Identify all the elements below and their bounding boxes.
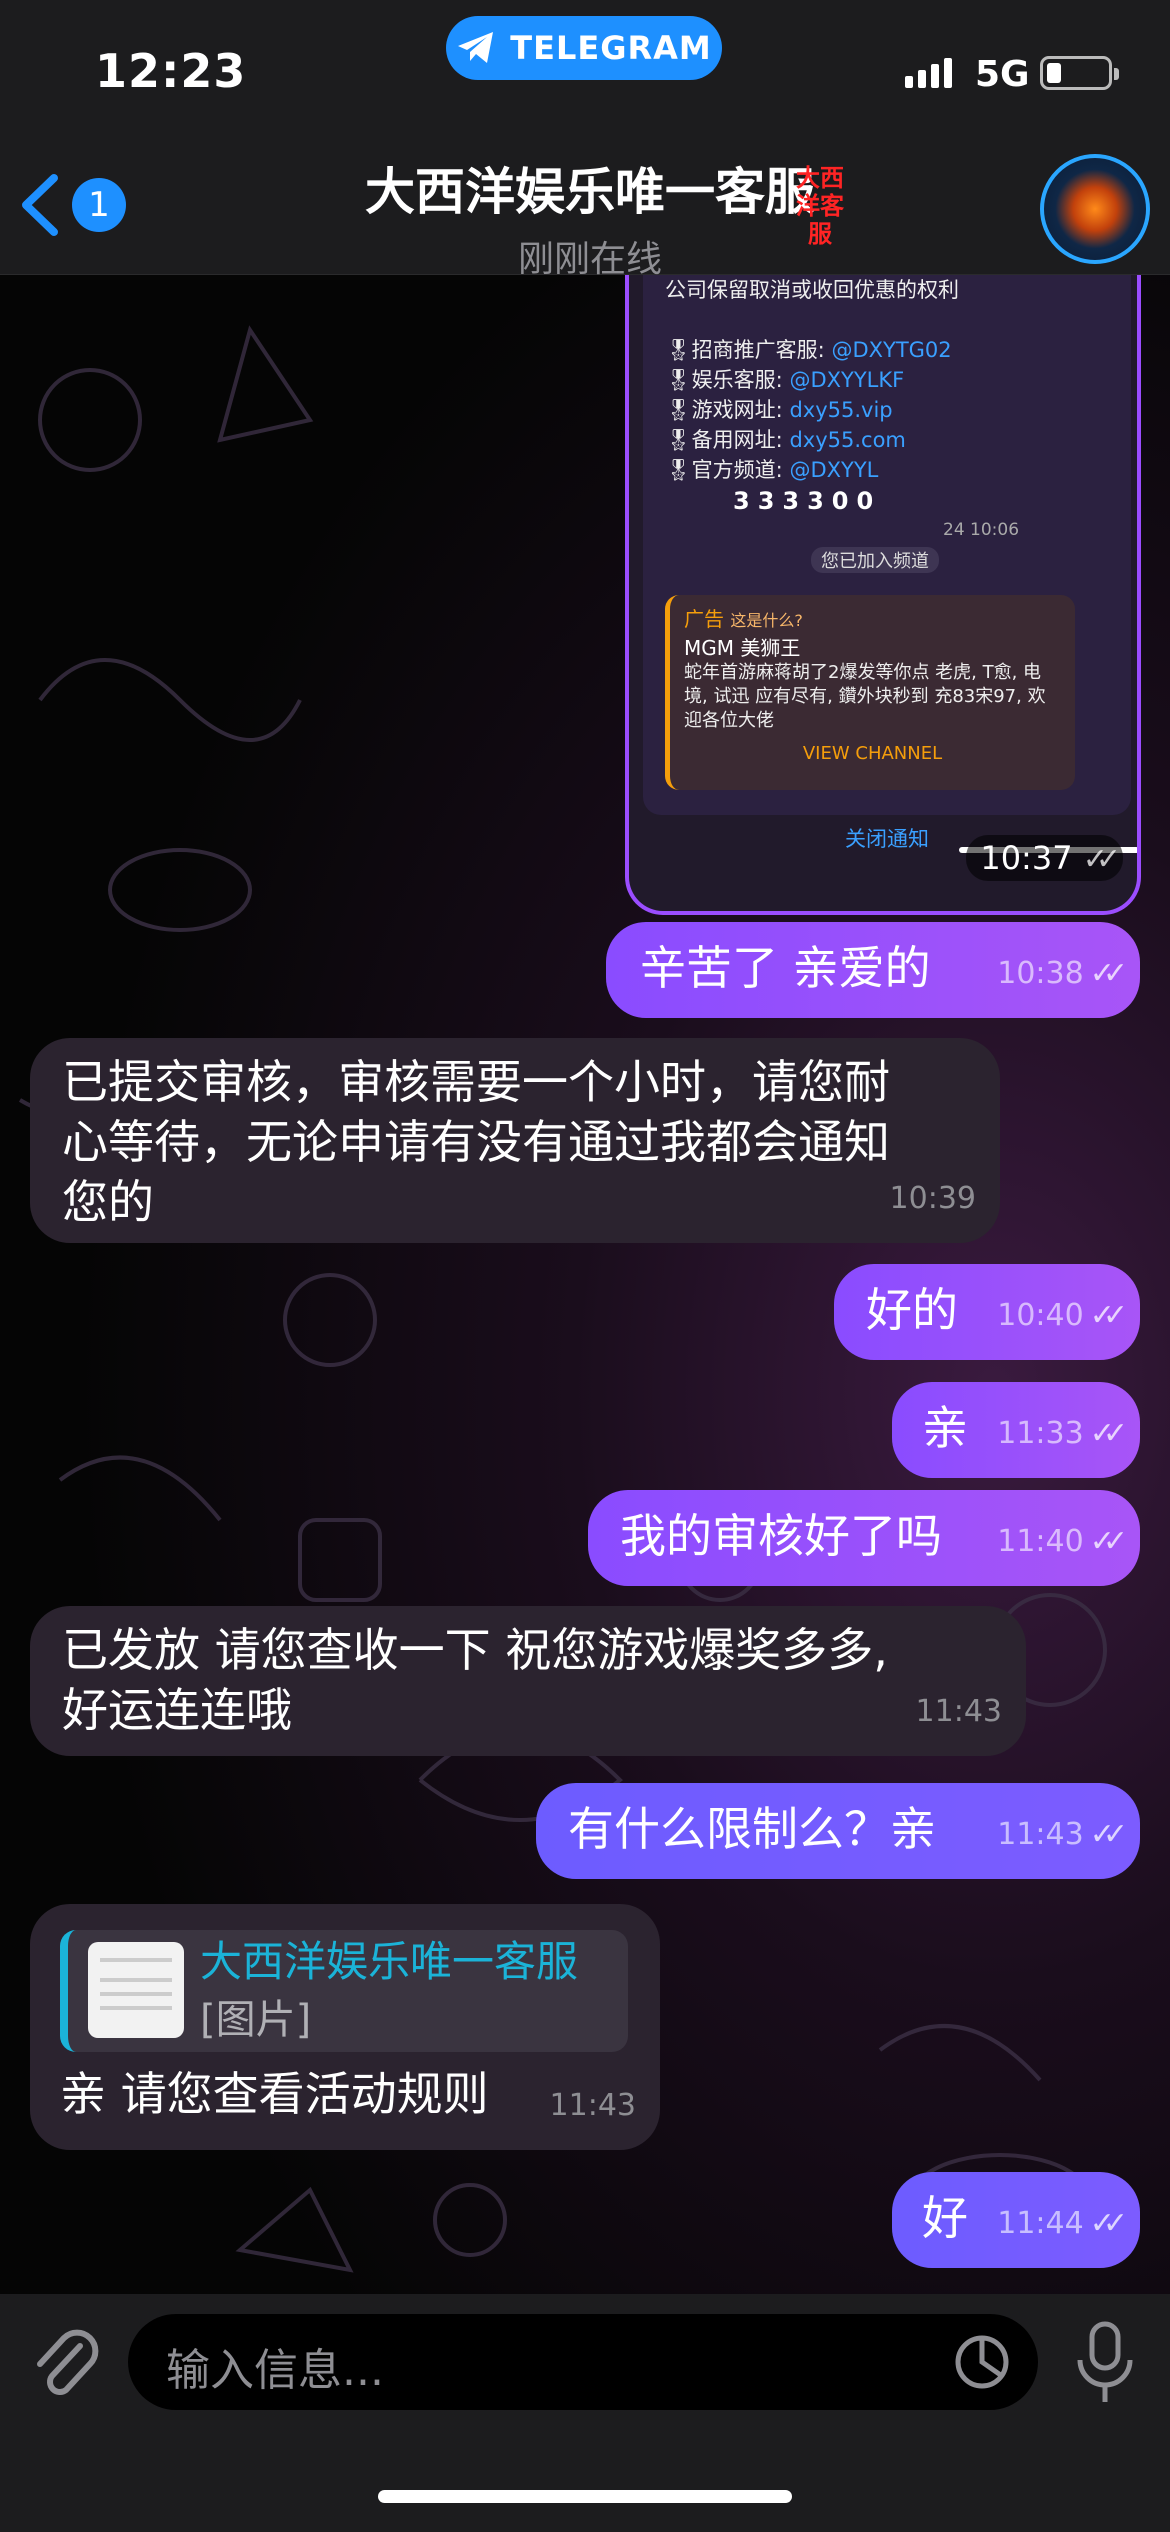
chevron-left-icon — [22, 174, 58, 236]
ad-body: 蛇年首游麻蒋胡了2爆发等你点 老虎, T愈, 电境, 试迅 应有尽有, 鑽外块秒… — [684, 662, 1046, 731]
back-button[interactable]: 1 — [18, 172, 126, 238]
message-text: 亲 — [922, 1401, 968, 1455]
message-in[interactable]: 已发放 请您查收一下 祝您游戏爆奖多多, 好运连连哦 11:43 — [30, 1606, 1026, 1756]
screenshot-content: 公司保留取消或收回优惠的权利 🎖招商推广客服: @DXYTG02 🎖娱乐客服: … — [643, 275, 1131, 815]
screenshot-row: 🎖备用网址: dxy55.com — [665, 428, 906, 452]
message-out[interactable]: 好的 10:40 ✓✓ — [834, 1264, 1140, 1360]
message-meta: 11:33 ✓✓ — [997, 1416, 1128, 1451]
close-notice-button[interactable]: 关闭通知 — [845, 823, 929, 853]
message-meta: 11:43 — [915, 1694, 1002, 1729]
telegram-label: TELEGRAM — [510, 29, 712, 67]
ad-title: MGM 美狮王 — [684, 636, 801, 660]
message-in[interactable]: 大西洋娱乐唯一客服 [图片] 亲 请您查看活动规则 11:43 — [30, 1904, 660, 2150]
chat-header: 1 大西洋娱乐唯一客服 刚刚在线 大西洋客服 — [0, 140, 1170, 280]
screenshot-row: 🎖官方频道: @DXYYL — [665, 458, 879, 482]
message-in[interactable]: 已提交审核，审核需要一个小时，请您耐 心等待，无论申请有没有通过我都会通知 您的… — [30, 1038, 1000, 1243]
screenshot-line: 公司保留取消或收回优惠的权利 — [665, 278, 959, 302]
message-meta: 11:43 ✓✓ — [997, 1817, 1128, 1852]
ad-card[interactable]: 广告 这是什么? MGM 美狮王 蛇年首游麻蒋胡了2爆发等你点 老虎, T愈, … — [665, 595, 1075, 790]
chat-title: 大西洋娱乐唯一客服 — [365, 163, 815, 221]
microphone-icon[interactable] — [1072, 2320, 1138, 2408]
status-bar: 12:23 TELEGRAM 5G — [0, 0, 1170, 140]
message-meta: 11:43 — [549, 2088, 636, 2123]
message-text: 亲 请您查看活动规则 — [60, 2067, 489, 2121]
sticker-icon[interactable] — [952, 2332, 1012, 2392]
screenshot-views: 24 10:06 — [943, 520, 1020, 540]
view-channel-button[interactable]: VIEW CHANNEL — [684, 743, 1061, 764]
message-out[interactable]: 辛苦了 亲爱的 10:38 ✓✓ — [606, 922, 1140, 1018]
telegram-icon — [458, 32, 494, 63]
message-text: 已提交审核，审核需要一个小时，请您耐 心等待，无论申请有没有通过我都会通知 您的 — [62, 1055, 890, 1229]
network-type: 5G — [975, 54, 1030, 95]
screenshot-digits: 333300 — [733, 487, 882, 515]
message-meta: 11:40 ✓✓ — [997, 1524, 1128, 1559]
message-text: 我的审核好了吗 — [620, 1509, 942, 1563]
signal-icon — [905, 58, 952, 88]
message-input[interactable]: 输入信息... — [128, 2314, 1038, 2410]
message-text: 好 — [922, 2191, 968, 2245]
contact-avatar[interactable] — [1040, 154, 1150, 264]
reply-thumbnail — [88, 1942, 184, 2038]
screenshot-rows: 🎖招商推广客服: @DXYTG02 🎖娱乐客服: @DXYYLKF 🎖游戏网址:… — [665, 335, 952, 485]
message-text: 已发放 请您查收一下 祝您游戏爆奖多多, 好运连连哦 — [62, 1623, 888, 1737]
message-out[interactable]: 有什么限制么？亲 11:43 ✓✓ — [536, 1783, 1140, 1879]
reply-quote[interactable]: 大西洋娱乐唯一客服 [图片] — [60, 1930, 628, 2052]
screenshot-row: 🎖游戏网址: dxy55.vip — [665, 398, 893, 422]
image-time: 10:37 ✓✓ — [966, 835, 1123, 881]
message-meta: 10:40 ✓✓ — [997, 1298, 1128, 1333]
screenshot-row: 🎖招商推广客服: @DXYTG02 — [665, 338, 952, 362]
message-input-placeholder: 输入信息... — [166, 2345, 384, 2396]
unread-count-badge: 1 — [72, 178, 126, 232]
reply-text: [图片] — [200, 1997, 312, 2043]
chat-title-area[interactable]: 大西洋娱乐唯一客服 刚刚在线 大西洋客服 — [320, 152, 860, 282]
reply-sender: 大西洋娱乐唯一客服 — [200, 1937, 579, 1986]
home-indicator — [378, 2490, 792, 2503]
joined-channel-notice: 您已加入频道 — [811, 547, 939, 573]
screenshot-row: 🎖娱乐客服: @DXYYLKF — [665, 368, 905, 392]
image-message[interactable]: 公司保留取消或收回优惠的权利 🎖招商推广客服: @DXYTG02 🎖娱乐客服: … — [625, 275, 1141, 915]
title-badge: 大西洋客服 — [796, 164, 844, 248]
message-text: 有什么限制么？亲 — [568, 1802, 936, 1856]
message-out[interactable]: 我的审核好了吗 11:40 ✓✓ — [588, 1490, 1140, 1586]
telegram-pill[interactable]: TELEGRAM — [446, 16, 722, 80]
input-bar: 输入信息... — [0, 2294, 1170, 2532]
status-time: 12:23 — [95, 44, 247, 98]
message-meta: 10:39 — [889, 1181, 976, 1216]
message-meta: 11:44 ✓✓ — [997, 2206, 1128, 2241]
message-meta: 10:38 ✓✓ — [997, 956, 1128, 991]
message-text: 好的 — [866, 1283, 958, 1337]
battery-icon — [1040, 56, 1119, 90]
message-out[interactable]: 好 11:44 ✓✓ — [892, 2172, 1140, 2268]
attach-icon[interactable] — [30, 2324, 100, 2404]
message-text: 辛苦了 亲爱的 — [640, 941, 931, 995]
ad-header: 广告 这是什么? — [684, 607, 803, 631]
message-out[interactable]: 亲 11:33 ✓✓ — [892, 1382, 1140, 1478]
